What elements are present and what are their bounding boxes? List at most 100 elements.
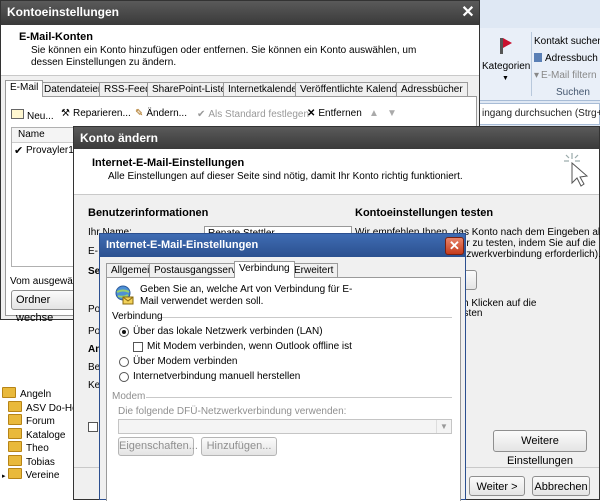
dfue-label: Die folgende DFÜ-Netzwerkverbindung verw… xyxy=(118,406,347,417)
verbindung-group-label: Verbindung xyxy=(112,311,163,322)
list-item[interactable]: ✔ Provayler19 xyxy=(14,144,80,158)
modem-group-line xyxy=(146,397,452,398)
chevron-down-icon: ▼ xyxy=(502,75,509,82)
test-line: ter zu testen, indem Sie auf die xyxy=(458,238,596,249)
folder-list: Angeln ASV Do-Höck Forum Kataloge Theo T… xyxy=(2,387,76,482)
column-header: Name xyxy=(12,128,80,143)
folder-icon xyxy=(2,387,16,398)
tab-verbindung[interactable]: Verbindung xyxy=(234,261,295,278)
move-up-icon: ▲ xyxy=(369,108,379,119)
entfernen-button[interactable]: ✕ Entfernen xyxy=(307,108,362,119)
folder-icon xyxy=(8,414,22,425)
email-filtern-button[interactable]: ▾ E-Mail filtern xyxy=(534,70,597,81)
internet-email-dialog: Internet-E-Mail-Einstellungen ✕ Allgemei… xyxy=(99,233,466,501)
folder-label: Forum xyxy=(26,416,55,427)
test-line: etzwerkverbindung erforderlich). xyxy=(458,249,600,260)
internet-email-titlebar: Internet-E-Mail-Einstellungen xyxy=(100,234,465,257)
address-book-icon xyxy=(534,53,542,62)
tab-internetkalender[interactable]: Internetkalender xyxy=(223,82,306,96)
expand-icon[interactable]: ▸ xyxy=(2,473,6,480)
modem-group-label: Modem xyxy=(112,391,146,402)
tab-veroeffentlichte-kalender[interactable]: Veröffentlichte Kalender xyxy=(295,82,412,96)
konto-aendern-titlebar: Konto ändern xyxy=(74,127,599,149)
folder-icon xyxy=(7,468,22,479)
dialog-title: Internet-E-Mail-Einstellungen xyxy=(106,239,259,251)
edit-icon: ✎ xyxy=(135,108,144,119)
folder-item-forum[interactable]: Forum xyxy=(2,414,76,428)
reparieren-label: Reparieren... xyxy=(72,108,131,119)
benutzer-heading: Benutzerinformationen xyxy=(88,207,209,219)
new-mail-icon xyxy=(11,109,24,119)
dialog-title: Kontoeinstellungen xyxy=(7,5,119,19)
folder-item-vereine[interactable]: ▸ Vereine xyxy=(2,468,76,482)
radio-lan[interactable] xyxy=(119,327,129,337)
search-hint: ingang durchsuchen (Strg+E) xyxy=(482,108,600,119)
kategorien-label: Kategorien xyxy=(482,61,531,72)
adressbuch-label: Adressbuch xyxy=(545,53,598,64)
suchen-group-label: Suchen xyxy=(556,87,590,98)
tab-erweitert[interactable]: Erweitert xyxy=(289,263,339,277)
folder-label: ASV Do-Höck xyxy=(26,402,76,414)
folder-icon xyxy=(8,427,22,439)
folder-item-asv[interactable]: ASV Do-Höck xyxy=(2,400,76,415)
chevron-down-icon: ▼ xyxy=(436,420,451,433)
filter-icon: ▾ xyxy=(534,70,540,81)
heading: Internet-E-Mail-Einstellungen xyxy=(92,157,245,169)
check-modem[interactable] xyxy=(133,342,143,352)
adressbuch-button[interactable]: Adressbuch xyxy=(534,53,598,64)
standard-label: Als Standard festlegen xyxy=(208,109,310,120)
search-bar[interactable]: ingang durchsuchen (Strg+E) xyxy=(478,103,600,125)
radio-manual[interactable] xyxy=(119,372,129,382)
ordner-wechseln-button[interactable]: Ordner wechse xyxy=(11,290,81,324)
wrench-icon: ⚒ xyxy=(61,108,70,119)
dialog-title: Konto ändern xyxy=(80,131,158,145)
aendern-label: Ändern... xyxy=(146,108,187,119)
left-checkbox[interactable] xyxy=(88,422,98,432)
cursor-sparkle-icon xyxy=(560,151,590,189)
tab-strip: E-Mail Datendateien RSS-Feeds SharePoint… xyxy=(5,80,477,97)
eigenschaften-button: Eigenschaften... xyxy=(118,437,198,456)
email-label-fragment: E- xyxy=(88,246,98,257)
close-icon[interactable]: ✕ xyxy=(445,237,464,255)
check-modem-label: Mit Modem verbinden, wenn Outlook offlin… xyxy=(147,341,352,352)
neu-button[interactable]: Neu... xyxy=(11,109,54,122)
folder-icon xyxy=(8,441,22,452)
folder-label: Kataloge xyxy=(26,429,66,441)
heading: E-Mail-Konten xyxy=(19,31,93,43)
abbrechen-button[interactable]: Abbrechen xyxy=(532,476,590,496)
aendern-button[interactable]: ✎ Ändern... xyxy=(135,108,187,119)
delete-icon: ✕ xyxy=(307,108,316,119)
kontakt-suchen-input[interactable]: Kontakt suchen xyxy=(534,36,600,47)
kategorien-button[interactable]: Kategorien ▼ xyxy=(480,34,530,82)
tab-adressbuecher[interactable]: Adressbücher xyxy=(396,82,468,96)
flag-icon-shape xyxy=(503,38,512,48)
radio-modem[interactable] xyxy=(119,357,129,367)
reparieren-button[interactable]: ⚒ Reparieren... xyxy=(61,108,131,119)
account-name: Provayler19 xyxy=(26,145,80,156)
folder-item-angeln[interactable]: Angeln xyxy=(2,387,76,401)
test-heading: Kontoeinstellungen testen xyxy=(355,207,494,219)
folder-label: Tobias xyxy=(26,456,55,468)
close-icon[interactable]: ✕ xyxy=(459,4,477,22)
entfernen-label: Entfernen xyxy=(318,108,362,119)
tab-email[interactable]: E-Mail xyxy=(5,80,44,97)
weitere-einstellungen-button[interactable]: Weitere Einstellungen xyxy=(493,430,587,467)
folder-item-kataloge[interactable]: Kataloge xyxy=(2,427,76,442)
folder-icon xyxy=(8,400,22,412)
hinzufuegen-button: Hinzufügen... xyxy=(201,437,277,456)
move-down-icon: ▼ xyxy=(387,108,397,119)
email-filtern-label: E-Mail filtern xyxy=(541,70,597,81)
tab-strip: Allgemein Postausgangsserver Verbindung … xyxy=(106,261,461,278)
radio-manual-label: Internetverbindung manuell herstellen xyxy=(133,371,301,382)
network-globe-icon xyxy=(114,284,136,306)
kontoeinstellungen-titlebar: Kontoeinstellungen xyxy=(1,1,479,25)
description: Sie können ein Konto hinzufügen oder ent… xyxy=(31,45,417,68)
folder-item-theo[interactable]: Theo xyxy=(2,441,76,455)
default-check-icon: ✔ xyxy=(14,145,24,157)
ribbon-separator xyxy=(531,32,532,96)
standard-button: ✔ Als Standard festlegen xyxy=(197,109,309,120)
subheading: Alle Einstellungen auf dieser Seite sind… xyxy=(108,171,463,182)
folder-item-tobias[interactable]: Tobias xyxy=(2,454,76,469)
verbindung-group-line xyxy=(162,317,452,318)
weiter-button[interactable]: Weiter > xyxy=(469,476,525,496)
